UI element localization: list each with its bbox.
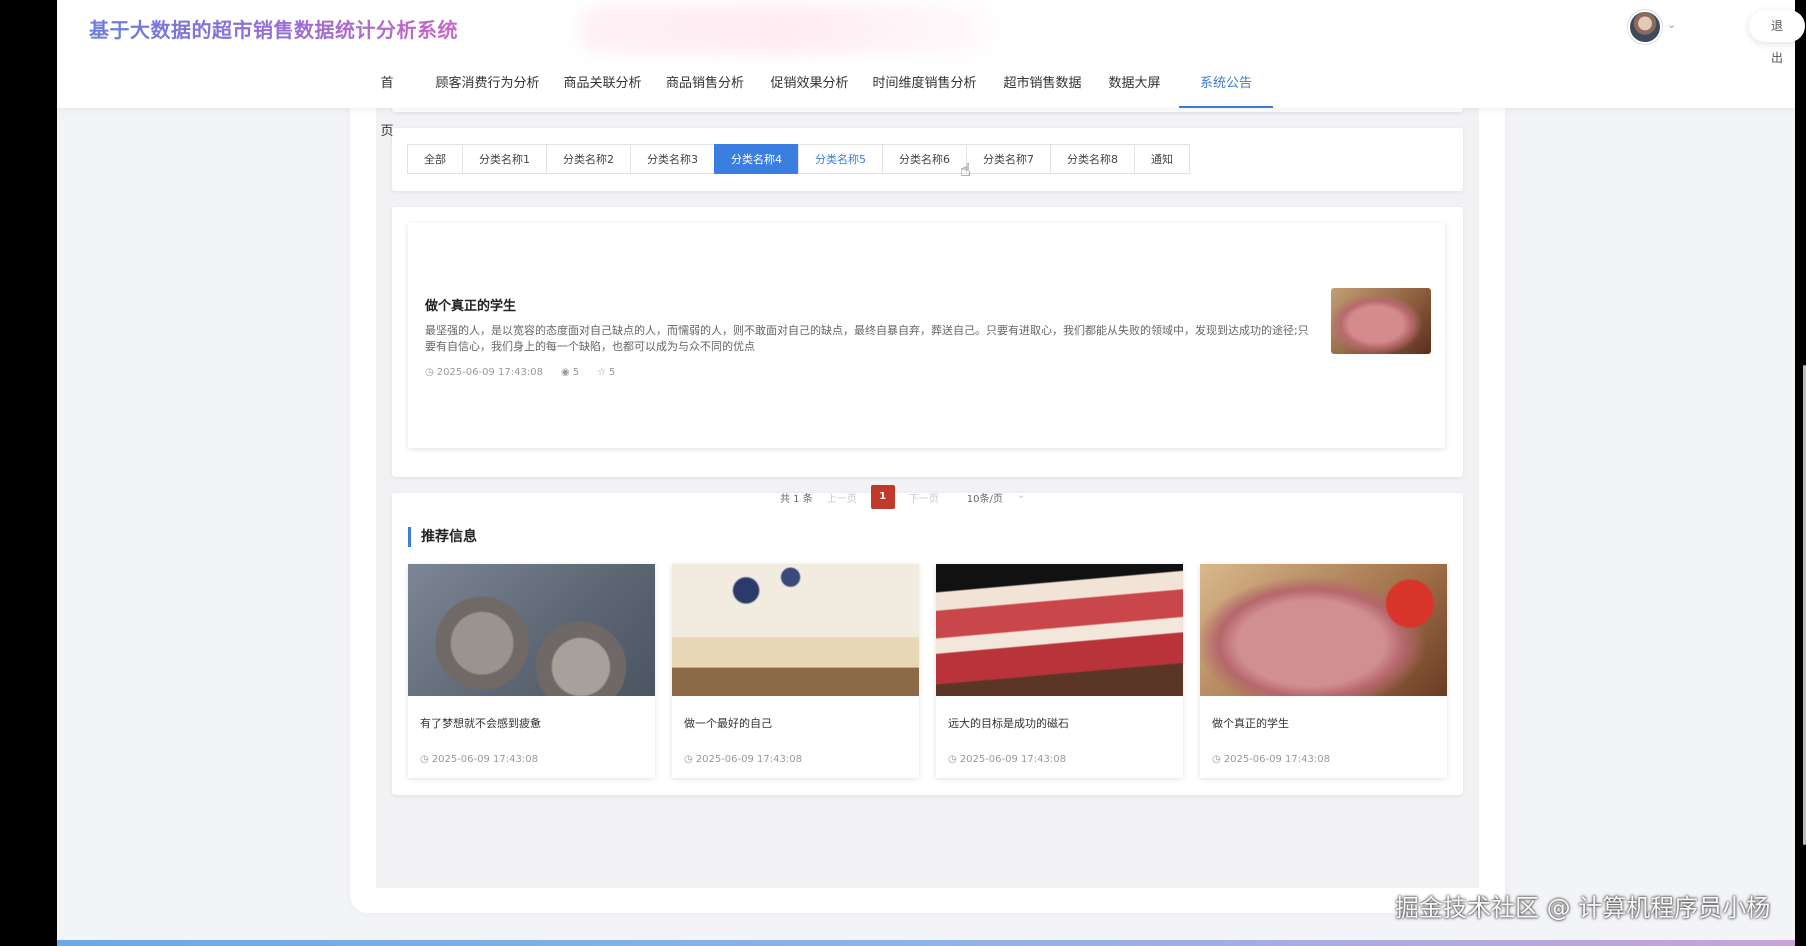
left-black-border <box>0 0 57 946</box>
star-icon: ☆ <box>597 367 607 378</box>
hand-cursor-icon: ☝ <box>960 160 971 181</box>
app-title: 基于大数据的超市销售数据统计分析系统 <box>89 14 458 43</box>
category-tabs-panel: 全部 分类名称1 分类名称2 分类名称3 分类名称4 分类名称5 分类名称6 分… <box>392 128 1463 191</box>
card-title[interactable]: 有了梦想就不会感到疲惫 <box>420 715 541 731</box>
nav-item-home[interactable]: 首页 <box>375 60 399 139</box>
pagination: 共 1 条 上一页 1 下一页 10条/页 ⌄ <box>780 485 1025 509</box>
tab-category-6[interactable]: 分类名称6 <box>882 144 967 174</box>
clock-icon: ◷ <box>948 754 957 765</box>
article-thumbnail[interactable] <box>1331 288 1431 354</box>
clock-icon: ◷ <box>684 754 693 765</box>
eye-icon: ◉ <box>560 367 570 378</box>
article-views-wrap: ◉ 5 <box>561 367 579 378</box>
main-nav: 首页 顾客消费行为分析 商品关联分析 商品销售分析 促销效果分析 时间维度销售分… <box>57 60 1795 139</box>
recommend-card[interactable]: 有了梦想就不会感到疲惫 ◷ 2025-06-09 17:43:08 <box>408 564 655 778</box>
nav-item-sales-data[interactable]: 超市销售数据 <box>1001 60 1084 108</box>
prev-page-button[interactable]: 上一页 <box>827 490 857 505</box>
tab-all[interactable]: 全部 <box>407 144 463 174</box>
clock-icon: ◷ <box>1212 754 1221 765</box>
top-header: 基于大数据的超市销售数据统计分析系统 ⌄ 退出 首页 顾客消费行为分析 商品关联… <box>57 0 1806 139</box>
article-item[interactable]: 做个真正的学生 最坚强的人，是以宽容的态度面对自己缺点的人，而懦弱的人，则不敢面… <box>408 223 1445 448</box>
card-date-text: 2025-06-09 17:43:08 <box>695 754 802 765</box>
card-title[interactable]: 做个真正的学生 <box>1212 715 1289 731</box>
category-tabs: 全部 分类名称1 分类名称2 分类名称3 分类名称4 分类名称5 分类名称6 分… <box>407 144 1190 174</box>
article-favorites-wrap: ☆ 5 <box>597 367 615 378</box>
page-number-current[interactable]: 1 <box>870 485 895 509</box>
article-favorites: 5 <box>609 367 616 378</box>
article-date-wrap: ◷ 2025-06-09 17:43:08 <box>425 367 543 378</box>
card-date-text: 2025-06-09 17:43:08 <box>431 754 538 765</box>
tab-notice[interactable]: 通知 <box>1134 144 1190 174</box>
nav-item-customer-behavior[interactable]: 顾客消费行为分析 <box>433 60 542 108</box>
chevron-down-icon[interactable]: ⌄ <box>1667 18 1676 31</box>
article-title[interactable]: 做个真正的学生 <box>425 295 516 314</box>
card-date-text: 2025-06-09 17:43:08 <box>1223 754 1330 765</box>
article-date: 2025-06-09 17:43:08 <box>436 367 543 378</box>
right-black-border <box>1795 0 1806 946</box>
nav-item-dashboard[interactable]: 数据大屏 <box>1106 60 1163 108</box>
recommend-heading: 推荐信息 <box>408 527 477 547</box>
nav-item-product-association[interactable]: 商品关联分析 <box>561 60 644 108</box>
card-date: ◷ 2025-06-09 17:43:08 <box>1212 754 1330 765</box>
card-image-cake[interactable] <box>672 564 919 696</box>
tab-category-4[interactable]: 分类名称4 <box>714 144 799 174</box>
card-date: ◷ 2025-06-09 17:43:08 <box>420 754 538 765</box>
watermark: 掘金技术社区 @ 计算机程序员小杨 <box>1395 894 1771 922</box>
next-page-button[interactable]: 下一页 <box>909 490 939 505</box>
card-date: ◷ 2025-06-09 17:43:08 <box>684 754 802 765</box>
tab-category-3[interactable]: 分类名称3 <box>630 144 715 174</box>
clock-icon: ◷ <box>420 754 429 765</box>
recommend-card[interactable]: 做个真正的学生 ◷ 2025-06-09 17:43:08 <box>1200 564 1447 778</box>
pagination-total: 共 1 条 <box>780 493 813 505</box>
recommend-panel: 推荐信息 有了梦想就不会感到疲惫 ◷ 2025-06-09 17:43:08 做一… <box>392 493 1463 795</box>
recommend-cards: 有了梦想就不会感到疲惫 ◷ 2025-06-09 17:43:08 做一个最好的自… <box>408 564 1447 778</box>
clock-icon: ◷ <box>425 367 434 378</box>
card-title[interactable]: 做一个最好的自己 <box>684 715 772 731</box>
logout-button[interactable]: 退出 <box>1749 10 1806 65</box>
page-size-value: 10条/页 <box>966 493 1003 505</box>
article-meta: ◷ 2025-06-09 17:43:08 ◉ 5 ☆ 5 <box>425 367 615 378</box>
recommend-card[interactable]: 做一个最好的自己 ◷ 2025-06-09 17:43:08 <box>672 564 919 778</box>
article-views: 5 <box>572 367 580 378</box>
user-avatar[interactable] <box>1628 10 1662 44</box>
card-image-headphones[interactable] <box>408 564 655 696</box>
title-glow-decoration <box>577 4 997 54</box>
article-list-panel: 做个真正的学生 最坚强的人，是以宽容的态度面对自己缺点的人，而懦弱的人，则不敢面… <box>392 207 1463 477</box>
bottom-gradient-strip <box>57 940 1795 946</box>
tab-category-1[interactable]: 分类名称1 <box>462 144 547 174</box>
tab-category-8[interactable]: 分类名称8 <box>1050 144 1135 174</box>
chevron-down-icon: ⌄ <box>1016 489 1026 501</box>
card-image-meat[interactable] <box>1200 564 1447 696</box>
nav-item-announcement[interactable]: 系统公告 <box>1179 60 1273 108</box>
nav-item-product-sales[interactable]: 商品销售分析 <box>663 60 747 108</box>
recommend-card[interactable]: 远大的目标是成功的磁石 ◷ 2025-06-09 17:43:08 <box>936 564 1183 778</box>
card-image-pork-belly[interactable] <box>936 564 1183 696</box>
card-date: ◷ 2025-06-09 17:43:08 <box>948 754 1066 765</box>
card-date-text: 2025-06-09 17:43:08 <box>959 754 1066 765</box>
nav-item-promotion-effect[interactable]: 促销效果分析 <box>767 60 852 108</box>
tab-category-2[interactable]: 分类名称2 <box>546 144 631 174</box>
card-title[interactable]: 远大的目标是成功的磁石 <box>948 715 1069 731</box>
nav-item-time-sales[interactable]: 时间维度销售分析 <box>870 60 979 108</box>
page-size-select[interactable]: 10条/页 ⌄ <box>967 490 1025 505</box>
tab-category-7[interactable]: 分类名称7 <box>966 144 1051 174</box>
tab-category-5[interactable]: 分类名称5 <box>798 144 883 174</box>
article-description: 最坚强的人，是以宽容的态度面对自己缺点的人，而懦弱的人，则不敢面对自己的缺点，最… <box>425 324 1309 353</box>
